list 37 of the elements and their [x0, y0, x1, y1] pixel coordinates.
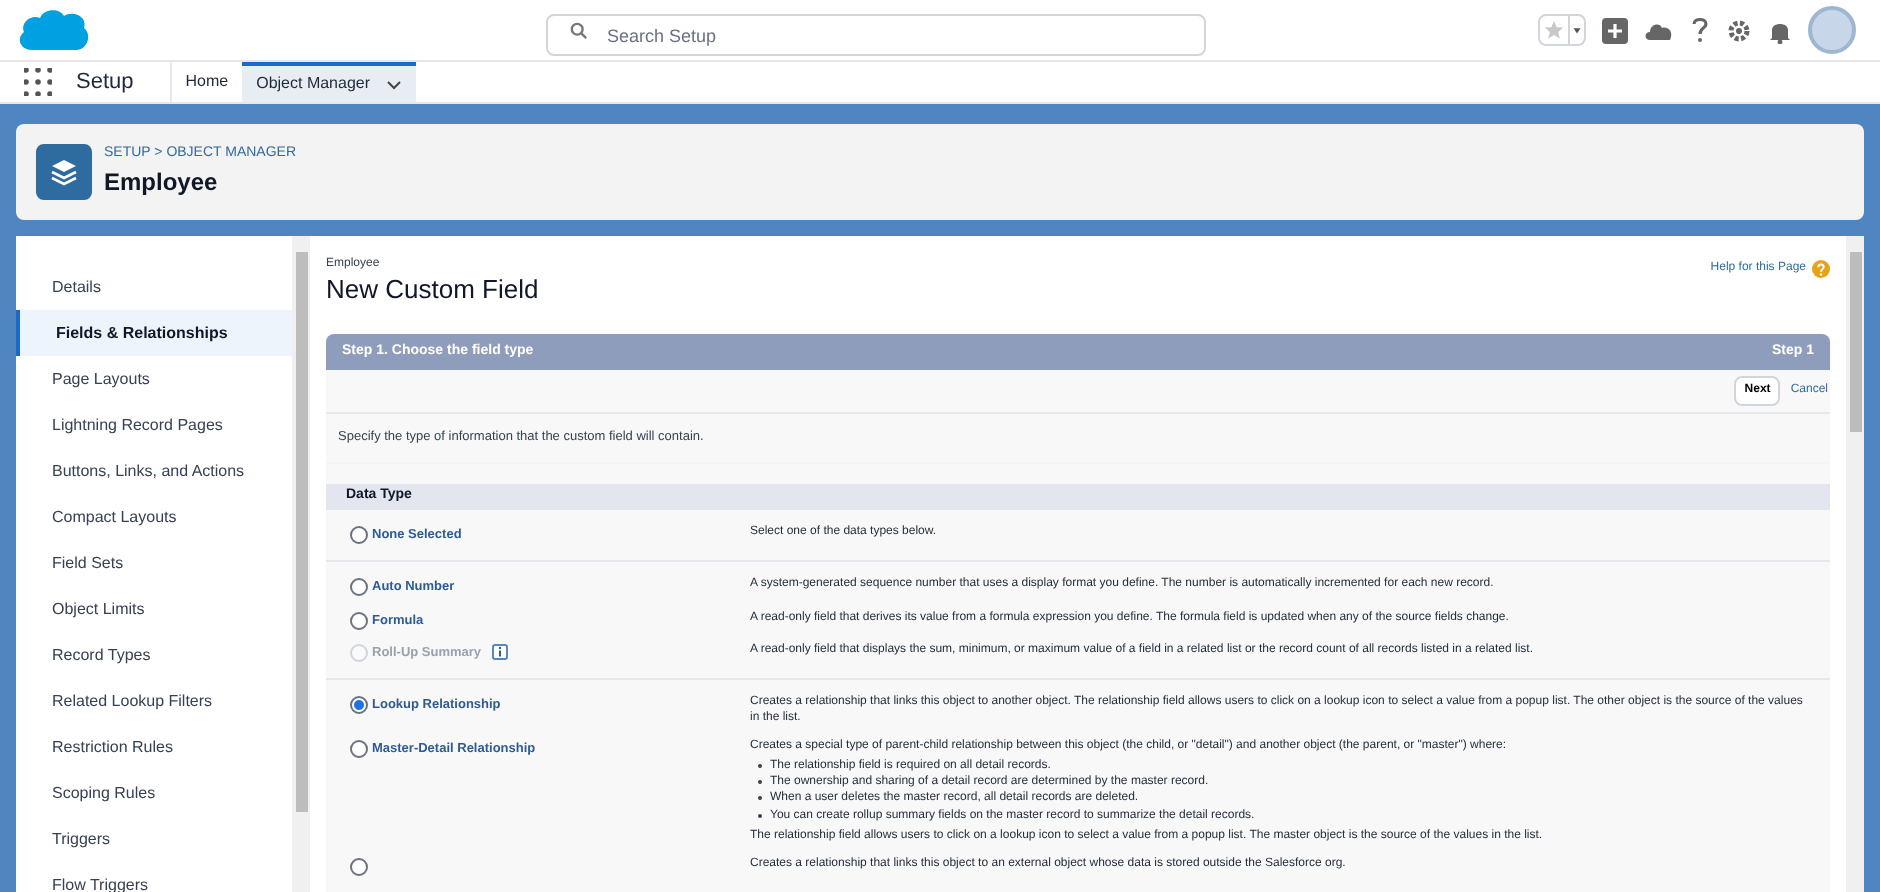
content-scrollbar[interactable]	[1846, 236, 1864, 892]
chevron-down-icon	[386, 79, 403, 89]
plus-icon[interactable]	[1602, 17, 1628, 43]
sidebar-item[interactable]: Triggers	[16, 816, 292, 862]
app-name: Setup	[76, 67, 134, 98]
star-icon	[1544, 20, 1564, 40]
sidebar-item[interactable]: Compact Layouts	[16, 494, 292, 540]
object-title: Employee	[104, 166, 220, 201]
search-field[interactable]: Search Setup	[545, 14, 1205, 56]
sidebar-item[interactable]: Flow Triggers	[16, 862, 292, 892]
help-icon[interactable]	[1690, 16, 1710, 44]
radio-button[interactable]	[350, 577, 368, 596]
sidebar-item[interactable]: Related Lookup Filters	[16, 678, 292, 724]
sidebar-item[interactable]: Field Sets	[16, 540, 292, 586]
sidebar-item[interactable]: Details	[16, 264, 292, 310]
radio-button[interactable]	[350, 857, 368, 876]
layers-icon	[36, 144, 92, 200]
sidebar-item[interactable]: Record Types	[16, 632, 292, 678]
sidebar-item[interactable]: Lightning Record Pages	[16, 402, 292, 448]
radio-button[interactable]	[350, 611, 368, 629]
sidebar-item[interactable]: Restriction Rules	[16, 724, 292, 770]
app-launcher-icon[interactable]	[24, 68, 52, 96]
sidebar-item[interactable]: Buttons, Links, and Actions	[16, 448, 292, 494]
sidebar-item[interactable]: Object Limits	[16, 586, 292, 632]
settings-icon[interactable]	[1726, 17, 1752, 43]
nav-tab[interactable]: Object Manager	[242, 62, 417, 102]
sidebar-item[interactable]: Page Layouts	[16, 356, 292, 402]
sidebar-scrollbar[interactable]	[292, 236, 310, 892]
cloud-logo[interactable]	[16, 6, 92, 54]
page-title: New Custom Field	[326, 274, 539, 307]
radio-button[interactable]	[350, 740, 368, 759]
search-icon	[569, 21, 587, 39]
sidebar-item[interactable]: Scoping Rules	[16, 770, 292, 816]
radio-button[interactable]	[350, 696, 368, 714]
radio-button[interactable]	[350, 526, 368, 544]
caret-icon	[1568, 16, 1584, 44]
sidebar-item[interactable]: Fields & Relationships	[16, 310, 292, 356]
